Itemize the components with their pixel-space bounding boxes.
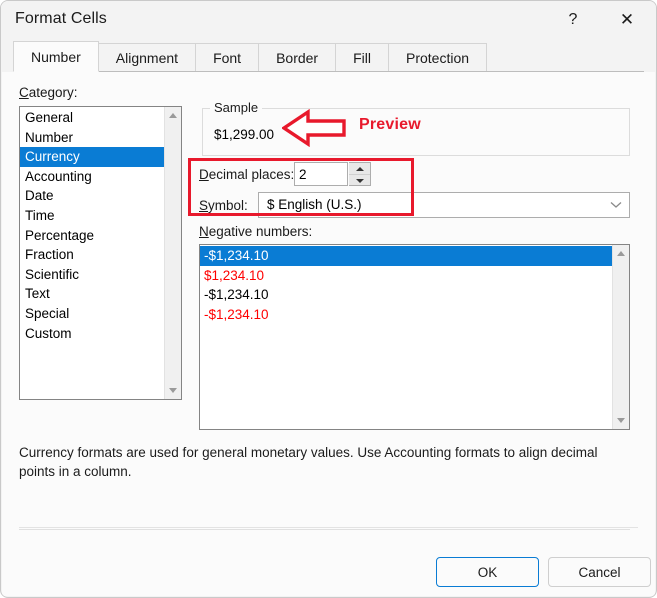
category-item[interactable]: Custom [20, 324, 164, 344]
tab-border[interactable]: Border [258, 43, 337, 72]
sample-legend: Sample [210, 100, 263, 115]
description-text: Currency formats are used for general mo… [19, 445, 598, 479]
negative-numbers-label: Negative numbers: [199, 224, 313, 239]
scroll-up-icon[interactable] [613, 245, 629, 262]
number-tab-panel: Category: General Number Currency Accountin… [2, 72, 655, 596]
tab-number[interactable]: Number [13, 41, 99, 72]
ok-button[interactable]: OK [436, 557, 539, 587]
symbol-label: Symbol: [199, 198, 248, 213]
cancel-button[interactable]: Cancel [548, 557, 651, 587]
tab-protection[interactable]: Protection [388, 43, 488, 72]
category-item[interactable]: Scientific [20, 265, 164, 285]
annotation-preview-label: Preview [359, 116, 421, 133]
format-cells-dialog: Format Cells ? ✕ Number Alignment Font Bord… [0, 0, 657, 598]
category-label: Category: [19, 85, 78, 100]
category-listbox[interactable]: General Number Currency Accounting Date Time P… [19, 106, 182, 400]
negative-numbers-scrollbar[interactable] [612, 245, 629, 429]
tab-font[interactable]: Font [195, 43, 260, 72]
category-item[interactable]: Time [20, 206, 164, 226]
negative-number-item[interactable]: -$1,234.10 [200, 246, 612, 266]
negative-numbers-listbox[interactable]: -$1,234.10 $1,234.10 -$1,234.10 -$1,234.10 [199, 244, 630, 430]
symbol-combobox[interactable]: $ English (U.S.) [258, 192, 630, 218]
tab-fill[interactable]: Fill [335, 43, 389, 72]
help-icon[interactable]: ? [550, 1, 596, 39]
dialog-title: Format Cells [15, 10, 107, 27]
category-item[interactable]: Special [20, 304, 164, 324]
category-item[interactable]: Percentage [20, 226, 164, 246]
category-item[interactable]: Date [20, 186, 164, 206]
chevron-down-icon[interactable] [603, 193, 629, 217]
decimal-places-stepper[interactable] [349, 162, 371, 186]
category-item[interactable]: Currency [20, 147, 164, 167]
negative-number-item[interactable]: -$1,234.10 [200, 305, 612, 325]
category-item[interactable]: Accounting [20, 167, 164, 187]
category-item[interactable]: Text [20, 284, 164, 304]
tab-alignment[interactable]: Alignment [97, 43, 197, 72]
footer-divider [19, 527, 638, 528]
scroll-up-icon[interactable] [165, 107, 181, 124]
scroll-down-icon[interactable] [613, 412, 629, 429]
decimal-places-label: Decimal places: [199, 167, 295, 182]
category-scrollbar[interactable] [164, 107, 181, 399]
close-icon[interactable]: ✕ [604, 1, 650, 39]
stepper-down-icon[interactable] [349, 175, 370, 186]
title-bar: Format Cells ? ✕ [1, 1, 656, 41]
category-item[interactable]: General [20, 108, 164, 128]
category-item[interactable]: Fraction [20, 245, 164, 265]
stepper-up-icon[interactable] [349, 163, 370, 175]
decimal-places-input[interactable] [294, 162, 348, 186]
symbol-value: $ English (U.S.) [267, 197, 362, 212]
annotation-left-arrow-icon [282, 109, 346, 147]
negative-number-item[interactable]: -$1,234.10 [200, 285, 612, 305]
category-item[interactable]: Number [20, 128, 164, 148]
tab-strip: Number Alignment Font Border Fill Protection [1, 41, 656, 72]
scroll-down-icon[interactable] [165, 382, 181, 399]
sample-value: $1,299.00 [214, 127, 275, 142]
negative-number-item[interactable]: $1,234.10 [200, 266, 612, 286]
